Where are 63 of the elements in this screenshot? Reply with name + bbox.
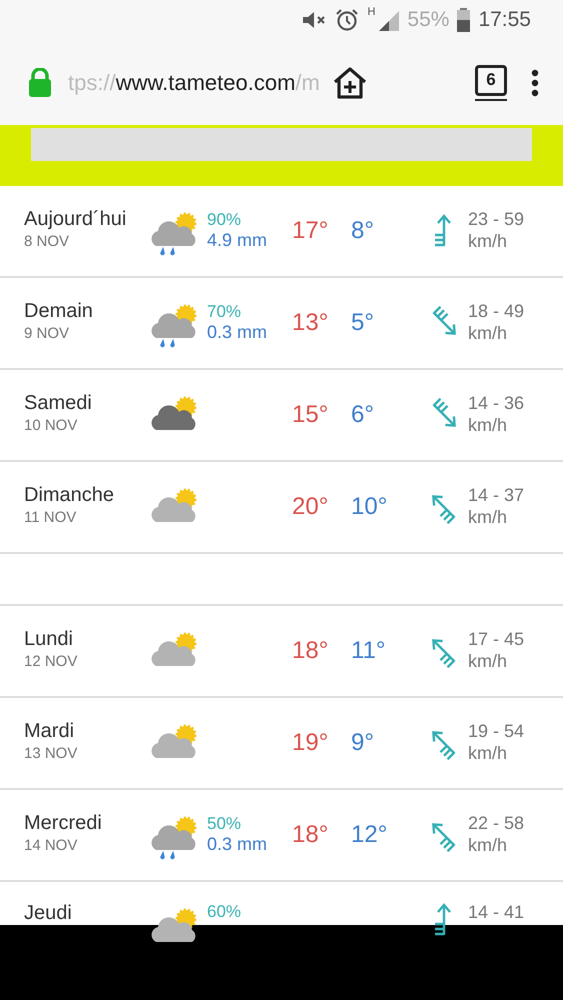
date-label: 14 NOV [24, 836, 78, 856]
day-name: Mardi [24, 720, 76, 744]
rain-amount: 0.3 mm [207, 322, 268, 344]
wind-speed: 17 - 45 [468, 629, 524, 651]
max-temperature: 19° [292, 729, 328, 756]
max-temperature: 18° [292, 821, 328, 848]
max-temperature: 15° [292, 401, 328, 428]
rain-chance: 90% [207, 210, 242, 230]
date-label: 12 NOV [24, 652, 78, 672]
day-name: Samedi [24, 392, 93, 416]
wind-speed: 22 - 58 [468, 813, 524, 835]
wind-speed: 23 - 59 [468, 209, 524, 231]
lock-icon [28, 68, 52, 97]
min-temperature: 5° [351, 309, 374, 336]
wind-speed: 19 - 54 [468, 721, 524, 743]
wind-unit: km/h [468, 231, 508, 253]
wind-speed: 14 - 37 [468, 485, 524, 507]
day-name: Dimanche [24, 484, 116, 508]
max-temperature: 13° [292, 309, 328, 336]
rain-amount: 4.9 mm [207, 230, 268, 252]
min-temperature: 12° [351, 821, 388, 848]
wind-unit: km/h [468, 507, 508, 529]
menu-icon[interactable] [531, 68, 539, 96]
date-label: 11 NOV [24, 508, 78, 528]
wind-speed: 18 - 49 [468, 301, 524, 323]
battery-icon [457, 8, 470, 32]
wind-unit: km/h [468, 651, 508, 673]
wind-unit: km/h [468, 743, 508, 765]
max-temperature: 20° [292, 493, 328, 520]
date-label: 13 NOV [24, 744, 78, 764]
tab-count-button[interactable]: 6 [475, 64, 507, 96]
date-label: 10 NOV [24, 416, 78, 436]
date-label: 9 NOV [24, 324, 70, 344]
day-name: Lundi [24, 628, 74, 652]
rain-chance: 60% [207, 902, 242, 922]
day-name: Jeudi [24, 902, 73, 925]
date-label: 8 NOV [24, 232, 70, 252]
min-temperature: 11° [351, 637, 386, 664]
home-add-icon[interactable] [332, 66, 368, 100]
url-text[interactable]: tps://www.tameteo.com/m [68, 66, 320, 99]
min-temperature: 9° [351, 729, 374, 756]
wind-speed: 14 - 41 [468, 902, 524, 924]
alarm-icon [335, 8, 360, 32]
clock: 17:55 [478, 7, 531, 34]
wind-unit: km/h [468, 323, 508, 345]
min-temperature: 8° [351, 217, 374, 244]
battery-level: 55% [407, 7, 450, 34]
min-temperature: 6° [351, 401, 374, 428]
rain-chance: 70% [207, 302, 242, 322]
wind-speed: 14 - 36 [468, 393, 524, 415]
wind-unit: km/h [468, 835, 508, 857]
rain-chance: 50% [207, 814, 242, 834]
min-temperature: 10° [351, 493, 388, 520]
max-temperature: 18° [292, 637, 328, 664]
day-name: Demain [24, 300, 94, 324]
mute-icon [301, 9, 328, 31]
signal-icon [377, 9, 400, 31]
day-name: Aujourd´hui [24, 208, 128, 232]
max-temperature: 17° [292, 217, 328, 244]
rain-amount: 0.3 mm [207, 834, 268, 856]
network-label: H [367, 5, 376, 20]
day-name: Mercredi [24, 812, 103, 836]
wind-unit: km/h [468, 415, 508, 437]
